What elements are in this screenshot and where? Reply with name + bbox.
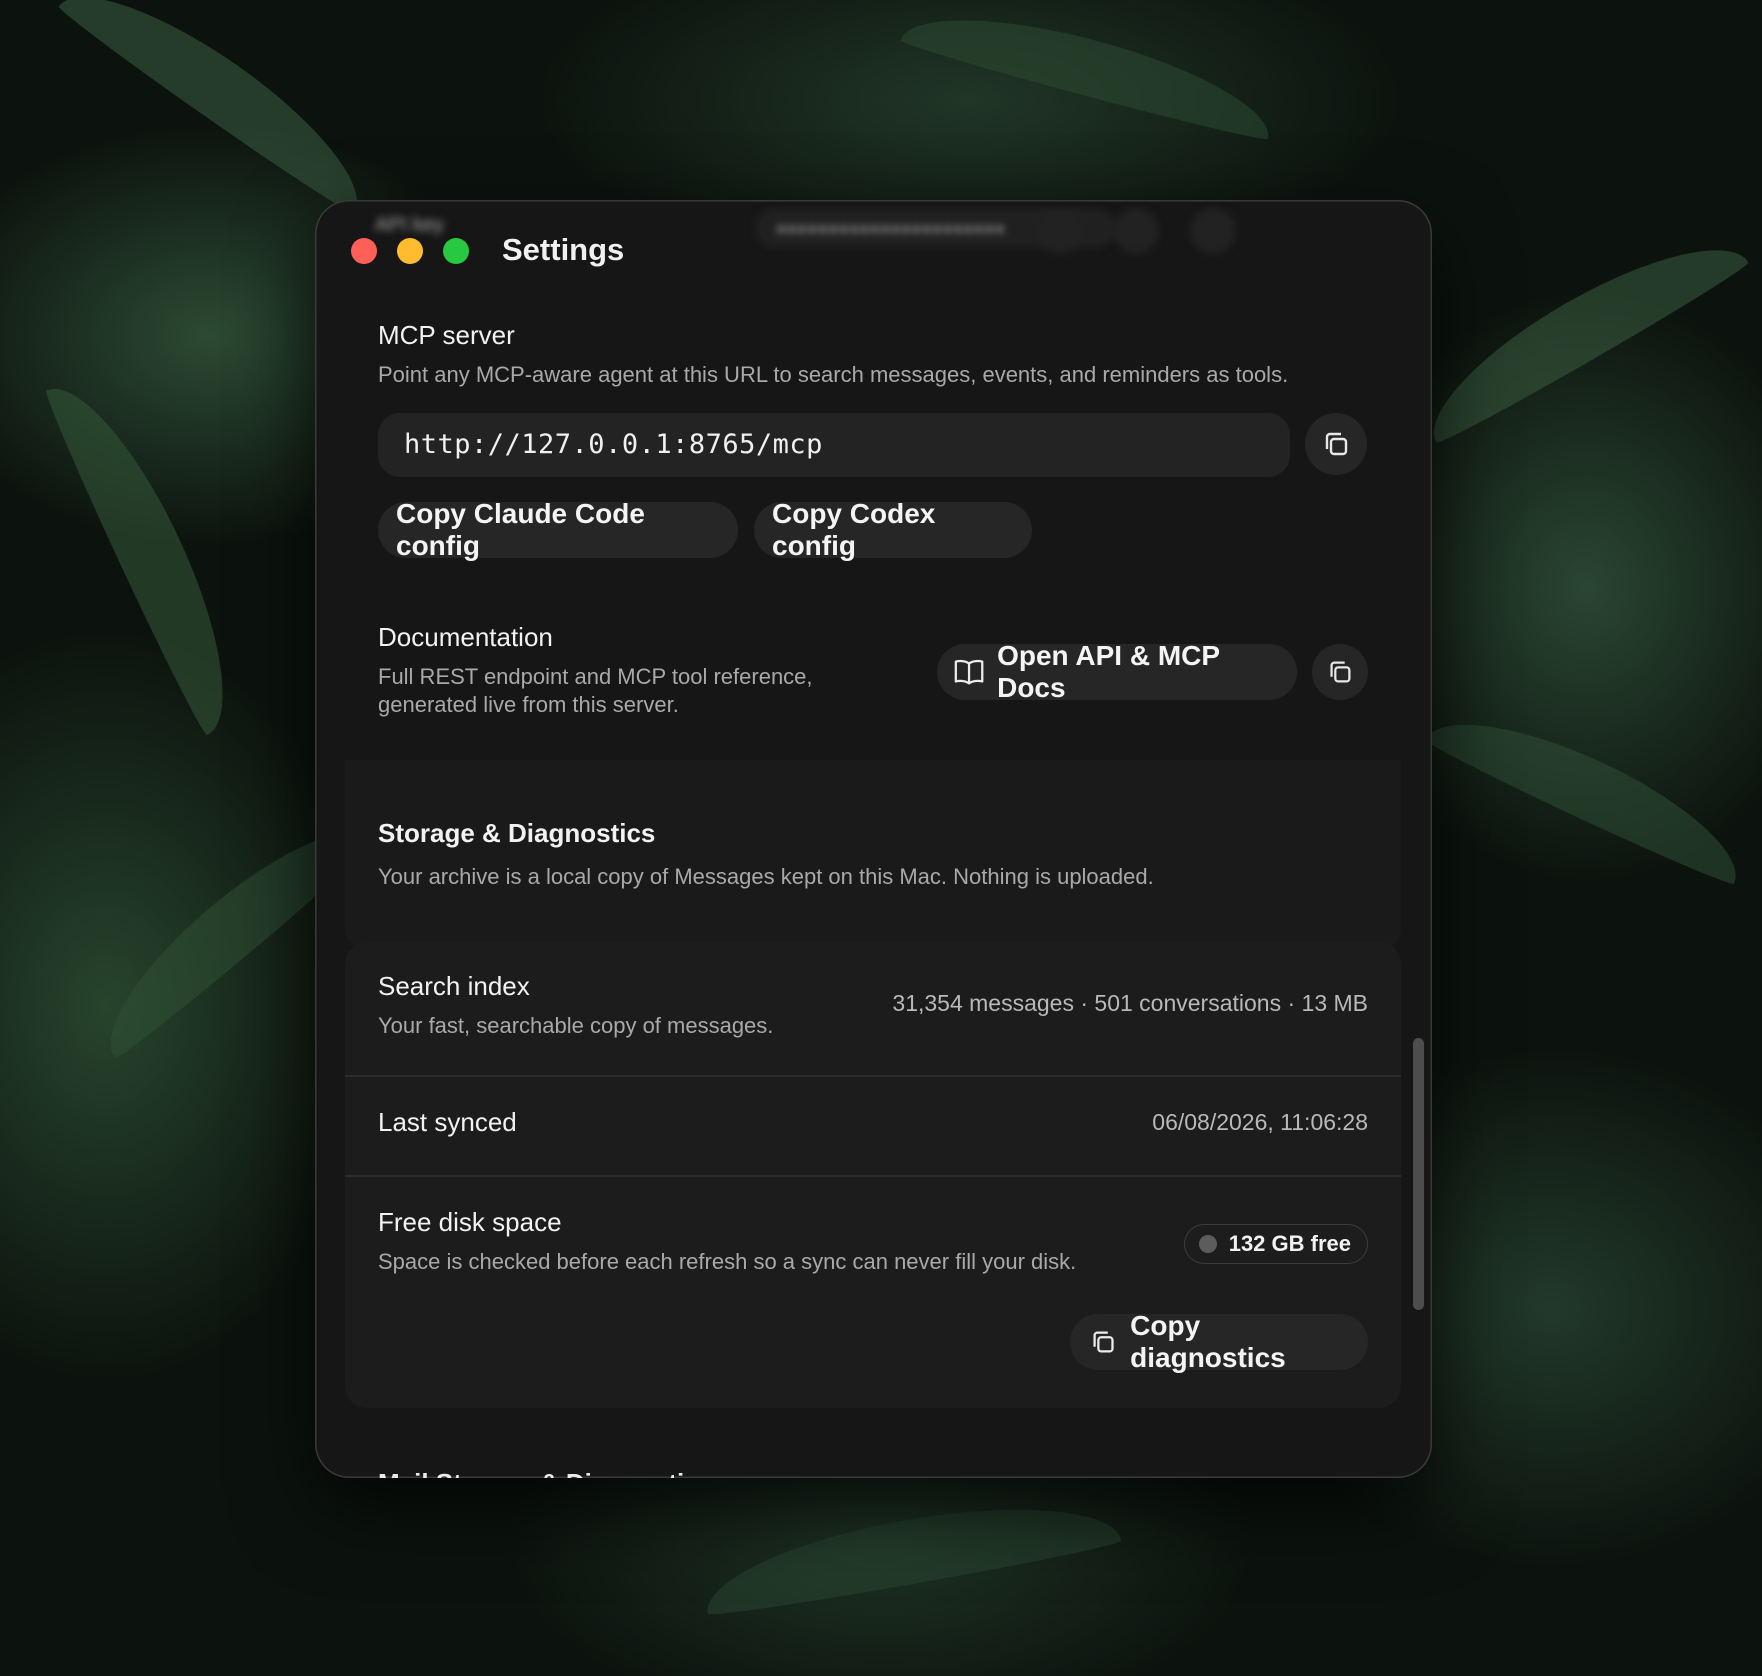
mcp-description: Point any MCP-aware agent at this URL to… [378, 362, 1289, 387]
row-divider [345, 1175, 1401, 1177]
scrollbar[interactable] [1413, 1038, 1424, 1310]
status-dot [1198, 1235, 1217, 1253]
copy-icon [1093, 1331, 1114, 1353]
leaf [1408, 214, 1752, 448]
mcp-url-value[interactable]: http://127.0.0.1:8765/mcp [404, 429, 823, 460]
zoom-button[interactable] [443, 238, 469, 264]
mcp-url-field[interactable]: http://127.0.0.1:8765/mcp [378, 413, 1290, 477]
copy-diagnostics-label[interactable]: Copy diagnostics [1130, 1310, 1350, 1374]
leaf [697, 1484, 1123, 1620]
diagnostics-card: Search index Your fast, searchable copy … [345, 942, 1401, 1408]
storage-heading: Storage & Diagnostics [378, 818, 656, 848]
leaf [899, 0, 1281, 145]
copy-key-icon [1113, 208, 1159, 254]
free-disk-description: Space is checked before each refresh so … [378, 1249, 1077, 1274]
api-key-label: API key [375, 214, 444, 236]
last-synced-label: Last synced [378, 1107, 517, 1137]
close-button[interactable] [351, 238, 377, 264]
copy-diagnostics-button[interactable]: Copy diagnostics [1070, 1310, 1368, 1373]
search-index-description: Your fast, searchable copy of messages. [378, 1013, 774, 1038]
leaf [40, 366, 260, 738]
documentation-heading: Documentation [378, 622, 553, 652]
open-docs-label[interactable]: Open API & MCP Docs [997, 640, 1279, 704]
copy-docs-url-button[interactable] [1312, 644, 1368, 700]
settings-window: API key •••••••••••••••••••••• Settings … [315, 200, 1432, 1478]
mcp-heading: MCP server [378, 320, 515, 350]
leaf [1423, 690, 1757, 890]
book-icon [954, 659, 984, 685]
copy-icon [1330, 661, 1351, 683]
last-synced-value: 06/08/2026, 11:06:28 [1152, 1109, 1368, 1135]
documentation-description-line1: Full REST endpoint and MCP tool referenc… [378, 664, 813, 689]
regenerate-key-icon [1190, 208, 1236, 254]
reveal-key-icon [1037, 208, 1083, 254]
copy-url-button[interactable] [1305, 413, 1367, 475]
documentation-card-bg [345, 760, 1401, 950]
next-section-heading-partial: Mail Storage & Diagnostics [378, 1468, 713, 1478]
search-index-label: Search index [378, 971, 530, 1001]
storage-description: Your archive is a local copy of Messages… [378, 864, 1154, 889]
copy-icon [1325, 432, 1348, 456]
free-disk-badge: 132 GB free [1183, 1224, 1368, 1264]
leaf [55, 0, 385, 218]
free-disk-label: Free disk space [378, 1207, 562, 1237]
window-title: Settings [502, 232, 625, 267]
api-key-masked-value: •••••••••••••••••••••• [777, 216, 1006, 243]
search-index-stats: 31,354 messages · 501 conversations · 13… [892, 990, 1368, 1016]
minimize-button[interactable] [397, 238, 423, 264]
free-disk-value: 132 GB free [1228, 1231, 1351, 1256]
blurred-api-key-row: API key •••••••••••••••••••••• [315, 208, 1432, 254]
open-docs-button[interactable]: Open API & MCP Docs [937, 640, 1297, 703]
row-divider [345, 1075, 1401, 1077]
documentation-description-line2: generated live from this server. [378, 692, 679, 717]
